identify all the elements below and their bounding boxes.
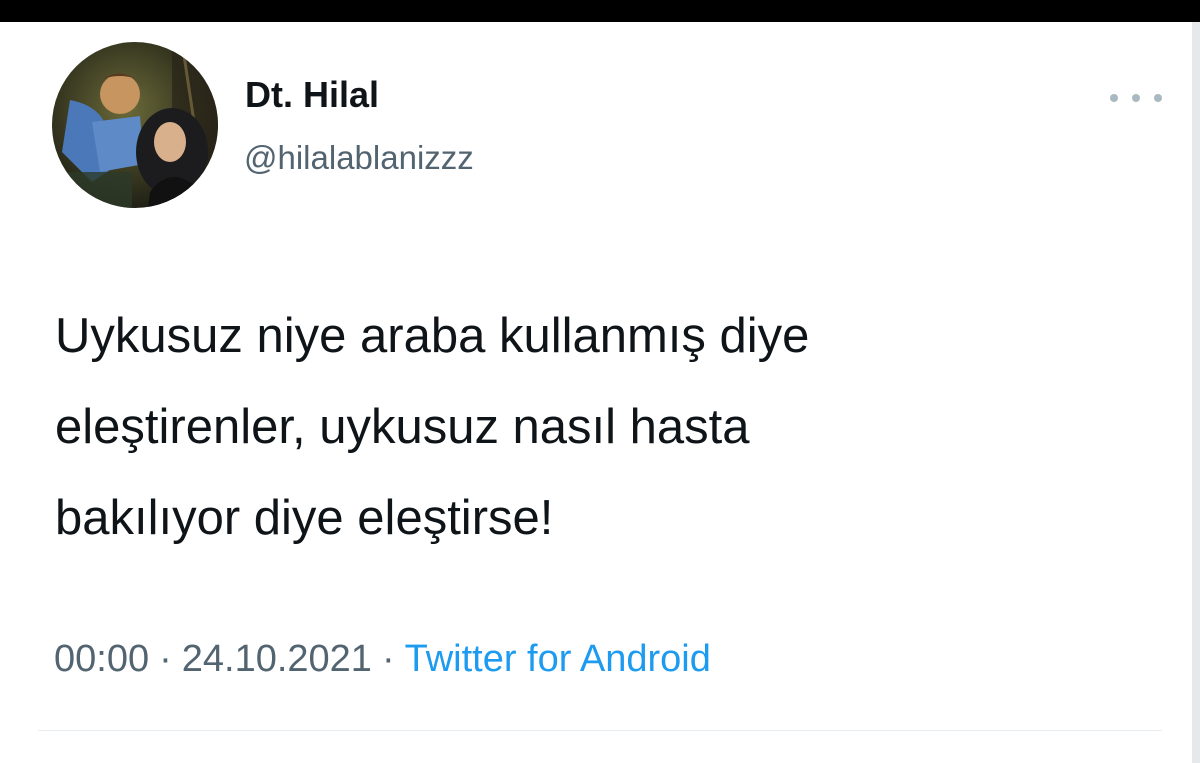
author-handle[interactable]: @hilalablanizzz [244, 139, 474, 177]
top-black-bar [0, 0, 1200, 22]
more-dot [1154, 94, 1162, 102]
tweet-time[interactable]: 00:00 [54, 638, 149, 681]
meta-separator: · [381, 638, 395, 680]
tweet-line: eleştirenler, uykusuz nasıl hasta [55, 400, 750, 454]
tweet-date[interactable]: 24.10.2021 [182, 638, 372, 681]
tweet-source-link[interactable]: Twitter for Android [405, 638, 711, 681]
right-edge-strip [1192, 22, 1200, 763]
tweet-line: Uykusuz niye araba kullanmış diye [55, 309, 810, 363]
more-horizontal-icon[interactable] [1110, 88, 1162, 108]
tweet-text: Uykusuz niye araba kullanmış diye eleşti… [55, 291, 1155, 564]
author-display-name[interactable]: Dt. Hilal [245, 74, 379, 116]
meta-separator: · [159, 638, 172, 680]
avatar[interactable] [52, 42, 218, 208]
tweet-meta: 00:00 · 24.10.2021 · Twitter for Android [54, 638, 711, 681]
tweet-line: bakılıyor diye eleştirse! [55, 491, 554, 545]
divider [38, 730, 1162, 731]
more-dot [1132, 94, 1140, 102]
more-dot [1110, 94, 1118, 102]
